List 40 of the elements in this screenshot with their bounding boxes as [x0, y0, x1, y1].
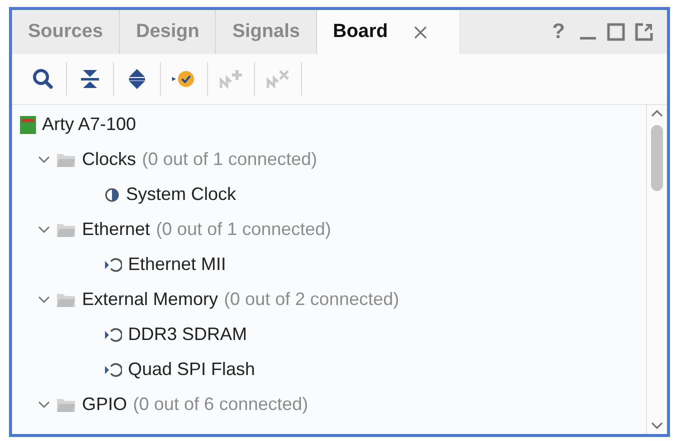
tree-item[interactable]: External Memory [82, 289, 218, 310]
collapse-all-icon [80, 68, 100, 90]
scroll-down-icon[interactable] [651, 422, 663, 430]
tree-item[interactable]: Clocks [82, 149, 136, 170]
tree-item[interactable]: DDR3 SDRAM [128, 324, 248, 345]
interface-icon [104, 326, 122, 342]
chevron-icon[interactable] [38, 398, 50, 410]
folder-icon [56, 152, 76, 168]
folder-icon [56, 222, 76, 238]
connection-count: (0 out of 2 connected) [224, 289, 400, 310]
help-button[interactable]: ? [548, 20, 569, 44]
disconnect-icon [266, 68, 290, 90]
board-icon [20, 116, 36, 134]
search-icon [32, 68, 54, 90]
interface-icon [104, 362, 122, 378]
interface-icon [104, 256, 122, 272]
half-circle-icon [104, 186, 120, 202]
tree-item[interactable]: Ethernet MII [128, 254, 226, 275]
tree-item[interactable]: System Clock [126, 184, 236, 205]
folder-icon [56, 396, 76, 412]
connection-count: (0 out of 6 connected) [133, 394, 308, 415]
expand-all-icon [128, 68, 146, 90]
scroll-thumb[interactable] [651, 125, 663, 191]
auto-connect-icon [171, 68, 197, 90]
tree-item[interactable]: GPIO [82, 394, 128, 415]
tree-item[interactable]: Arty A7-100 [42, 114, 136, 135]
close-icon[interactable] [414, 26, 427, 38]
tree-item[interactable]: Ethernet [82, 219, 150, 240]
folder-icon [56, 292, 76, 308]
maximize-icon[interactable] [607, 23, 625, 41]
chevron-icon[interactable] [38, 224, 50, 236]
chevron-icon[interactable] [38, 294, 50, 306]
connection-count: (0 out of 1 connected) [156, 219, 332, 240]
scroll-up-icon[interactable] [651, 109, 663, 117]
tab[interactable]: Board [316, 10, 459, 54]
float-icon[interactable] [635, 23, 653, 41]
connection-count: (0 out of 1 connected) [142, 149, 318, 170]
connect-icon [219, 68, 243, 90]
tree-item[interactable]: Quad SPI Flash [128, 359, 256, 380]
chevron-icon[interactable] [38, 154, 50, 166]
